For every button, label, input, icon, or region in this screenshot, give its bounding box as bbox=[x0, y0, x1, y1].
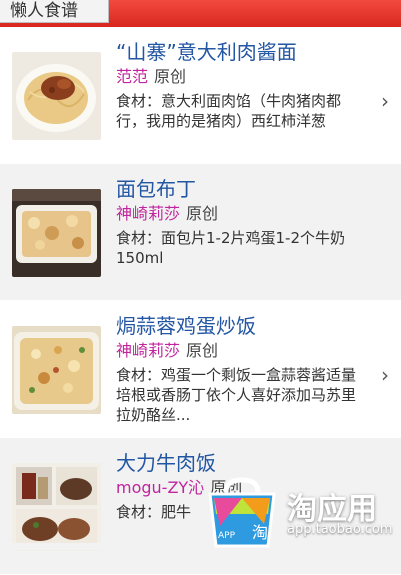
recipe-meta: 神崎莉莎 原创 bbox=[116, 341, 218, 361]
recipe-item[interactable]: “山寨”意大利肉酱面 范范 原创 食材：意大利面肉馅（牛肉猪肉都行，我用的是猪肉）… bbox=[0, 27, 401, 164]
svg-text:淘: 淘 bbox=[252, 523, 268, 542]
taobao-bag-icon: 淘 APP bbox=[208, 477, 276, 548]
recipe-author[interactable]: 范范 bbox=[116, 67, 148, 86]
chevron-right-icon: › bbox=[381, 363, 389, 387]
recipe-item[interactable]: 焗蒜蓉鸡蛋炒饭 神崎莉莎 原创 食材：鸡蛋一个剩饭一盒蒜蓉酱适量培根或香肠丁依个人… bbox=[0, 301, 401, 438]
recipe-author[interactable]: 神崎莉莎 bbox=[116, 341, 180, 360]
recipe-image bbox=[12, 326, 101, 414]
recipe-image bbox=[12, 189, 101, 277]
recipe-title[interactable]: “山寨”意大利肉酱面 bbox=[116, 39, 297, 65]
recipe-image bbox=[12, 52, 101, 140]
recipe-origin: 原创 bbox=[154, 67, 187, 86]
chevron-right-icon: › bbox=[381, 89, 389, 113]
recipe-image bbox=[12, 463, 101, 551]
recipe-origin: 原创 bbox=[186, 341, 219, 360]
recipe-author[interactable]: mogu-ZY沁 bbox=[116, 478, 204, 497]
recipe-origin: 原创 bbox=[186, 204, 219, 223]
recipe-description: 食材：面包片1-2片鸡蛋1-2个牛奶150ml bbox=[116, 229, 346, 267]
recipe-description: 食材：意大利面肉馅（牛肉猪肉都行，我用的是猪肉）西红柿洋葱 bbox=[116, 92, 342, 130]
page-title: 懒人食谱 bbox=[10, 1, 78, 21]
svg-text:APP: APP bbox=[218, 531, 236, 541]
brand-url: app.taobao.com bbox=[287, 522, 393, 537]
recipe-meta: 范范 原创 bbox=[116, 67, 186, 87]
recipe-title[interactable]: 焗蒜蓉鸡蛋炒饭 bbox=[116, 313, 256, 339]
taobao-app-watermark[interactable]: 淘 APP 淘应用 app.taobao.com bbox=[200, 470, 401, 550]
recipe-item[interactable]: 面包布丁 神崎莉莎 原创 食材：面包片1-2片鸡蛋1-2个牛奶150ml bbox=[0, 164, 401, 301]
app-header: 懒人食谱 bbox=[0, 0, 401, 27]
recipe-meta: 神崎莉莎 原创 bbox=[116, 204, 218, 224]
recipe-author[interactable]: 神崎莉莎 bbox=[116, 204, 180, 223]
recipe-description: 食材：鸡蛋一个剩饭一盒蒜蓉酱适量培根或香肠丁依个人喜好添加马苏里拉奶酪丝... bbox=[116, 366, 357, 424]
recipe-title[interactable]: 面包布丁 bbox=[116, 176, 196, 202]
